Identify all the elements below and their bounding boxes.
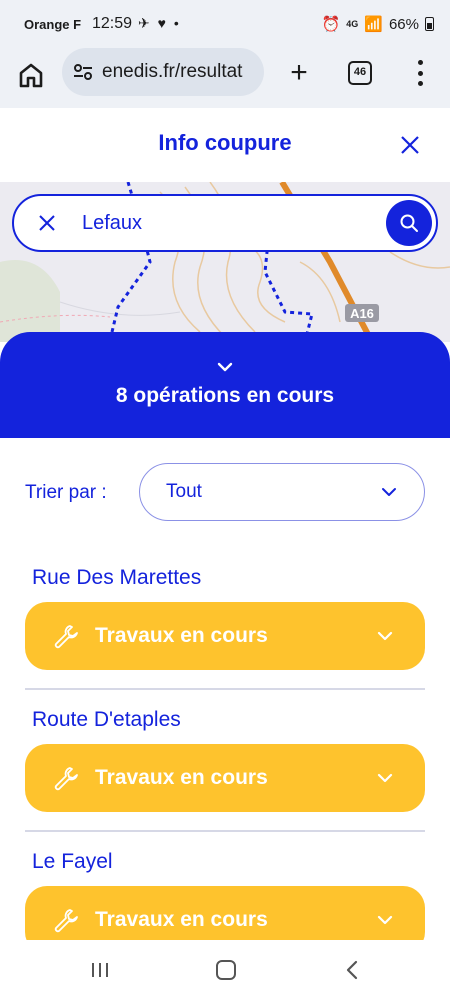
chevron-down-icon bbox=[377, 631, 393, 641]
home-nav-icon[interactable] bbox=[216, 960, 236, 980]
chevron-down-icon bbox=[377, 915, 393, 925]
operations-panel[interactable]: 8 opérations en cours bbox=[0, 332, 450, 438]
divider bbox=[25, 688, 425, 690]
alarm-icon: ⏰ bbox=[321, 16, 341, 33]
recent-apps-icon[interactable] bbox=[90, 961, 110, 979]
sort-select[interactable]: Tout bbox=[139, 463, 425, 521]
url-text: enedis.fr/resultat bbox=[102, 61, 243, 82]
tab-switcher-button[interactable]: 46 bbox=[348, 61, 372, 85]
status-bar: Orange F 12:59 ✈ ♥ • ⏰ 4G 📶 66% bbox=[0, 0, 450, 48]
battery-icon bbox=[425, 17, 434, 31]
wrench-icon bbox=[54, 909, 78, 933]
address-bar[interactable]: enedis.fr/resultat bbox=[62, 48, 264, 96]
wrench-icon bbox=[54, 625, 78, 649]
browser-toolbar: enedis.fr/resultat + 46 bbox=[0, 48, 450, 108]
sort-label: Trier par : bbox=[25, 482, 107, 503]
search-bar: Lefaux bbox=[12, 194, 438, 252]
status-label: Travaux en cours bbox=[95, 624, 268, 647]
chevron-down-icon bbox=[377, 773, 393, 783]
status-accordion[interactable]: Travaux en cours bbox=[25, 744, 425, 812]
home-icon[interactable] bbox=[16, 60, 46, 90]
close-icon[interactable] bbox=[398, 133, 422, 157]
search-input[interactable]: Lefaux bbox=[82, 212, 142, 235]
modal-title: Info coupure bbox=[158, 130, 292, 155]
road-label: A16 bbox=[350, 306, 374, 321]
sort-selected-value: Tout bbox=[166, 481, 202, 502]
chevron-down-icon[interactable] bbox=[215, 360, 235, 374]
network-label: 4G bbox=[346, 19, 359, 29]
more-menu-icon[interactable] bbox=[410, 58, 430, 88]
operations-count: 8 opérations en cours bbox=[115, 384, 335, 407]
carrier-name: Orange F bbox=[24, 17, 82, 32]
clear-search-icon[interactable] bbox=[36, 212, 58, 234]
status-label: Travaux en cours bbox=[95, 908, 268, 931]
site-settings-icon[interactable] bbox=[72, 62, 94, 82]
new-tab-icon[interactable]: + bbox=[284, 56, 314, 90]
system-nav-bar bbox=[0, 940, 450, 1000]
clock: 12:59 bbox=[92, 15, 133, 32]
search-button[interactable] bbox=[386, 200, 432, 246]
divider bbox=[25, 830, 425, 832]
back-icon[interactable] bbox=[345, 960, 359, 980]
wrench-icon bbox=[54, 767, 78, 791]
status-accordion[interactable]: Travaux en cours bbox=[25, 602, 425, 670]
search-icon bbox=[400, 214, 418, 232]
modal-header: Info coupure bbox=[0, 108, 450, 182]
street-name: Le Fayel bbox=[32, 850, 113, 873]
signal-icon: 📶 bbox=[364, 16, 383, 33]
status-label: Travaux en cours bbox=[95, 766, 268, 789]
battery-percent: 66% bbox=[388, 15, 419, 33]
notification-icons: ✈ ♥ • bbox=[138, 15, 181, 31]
street-name: Rue Des Marettes bbox=[32, 566, 202, 589]
chevron-down-icon bbox=[382, 488, 396, 496]
street-name: Route D'etaples bbox=[32, 708, 181, 731]
